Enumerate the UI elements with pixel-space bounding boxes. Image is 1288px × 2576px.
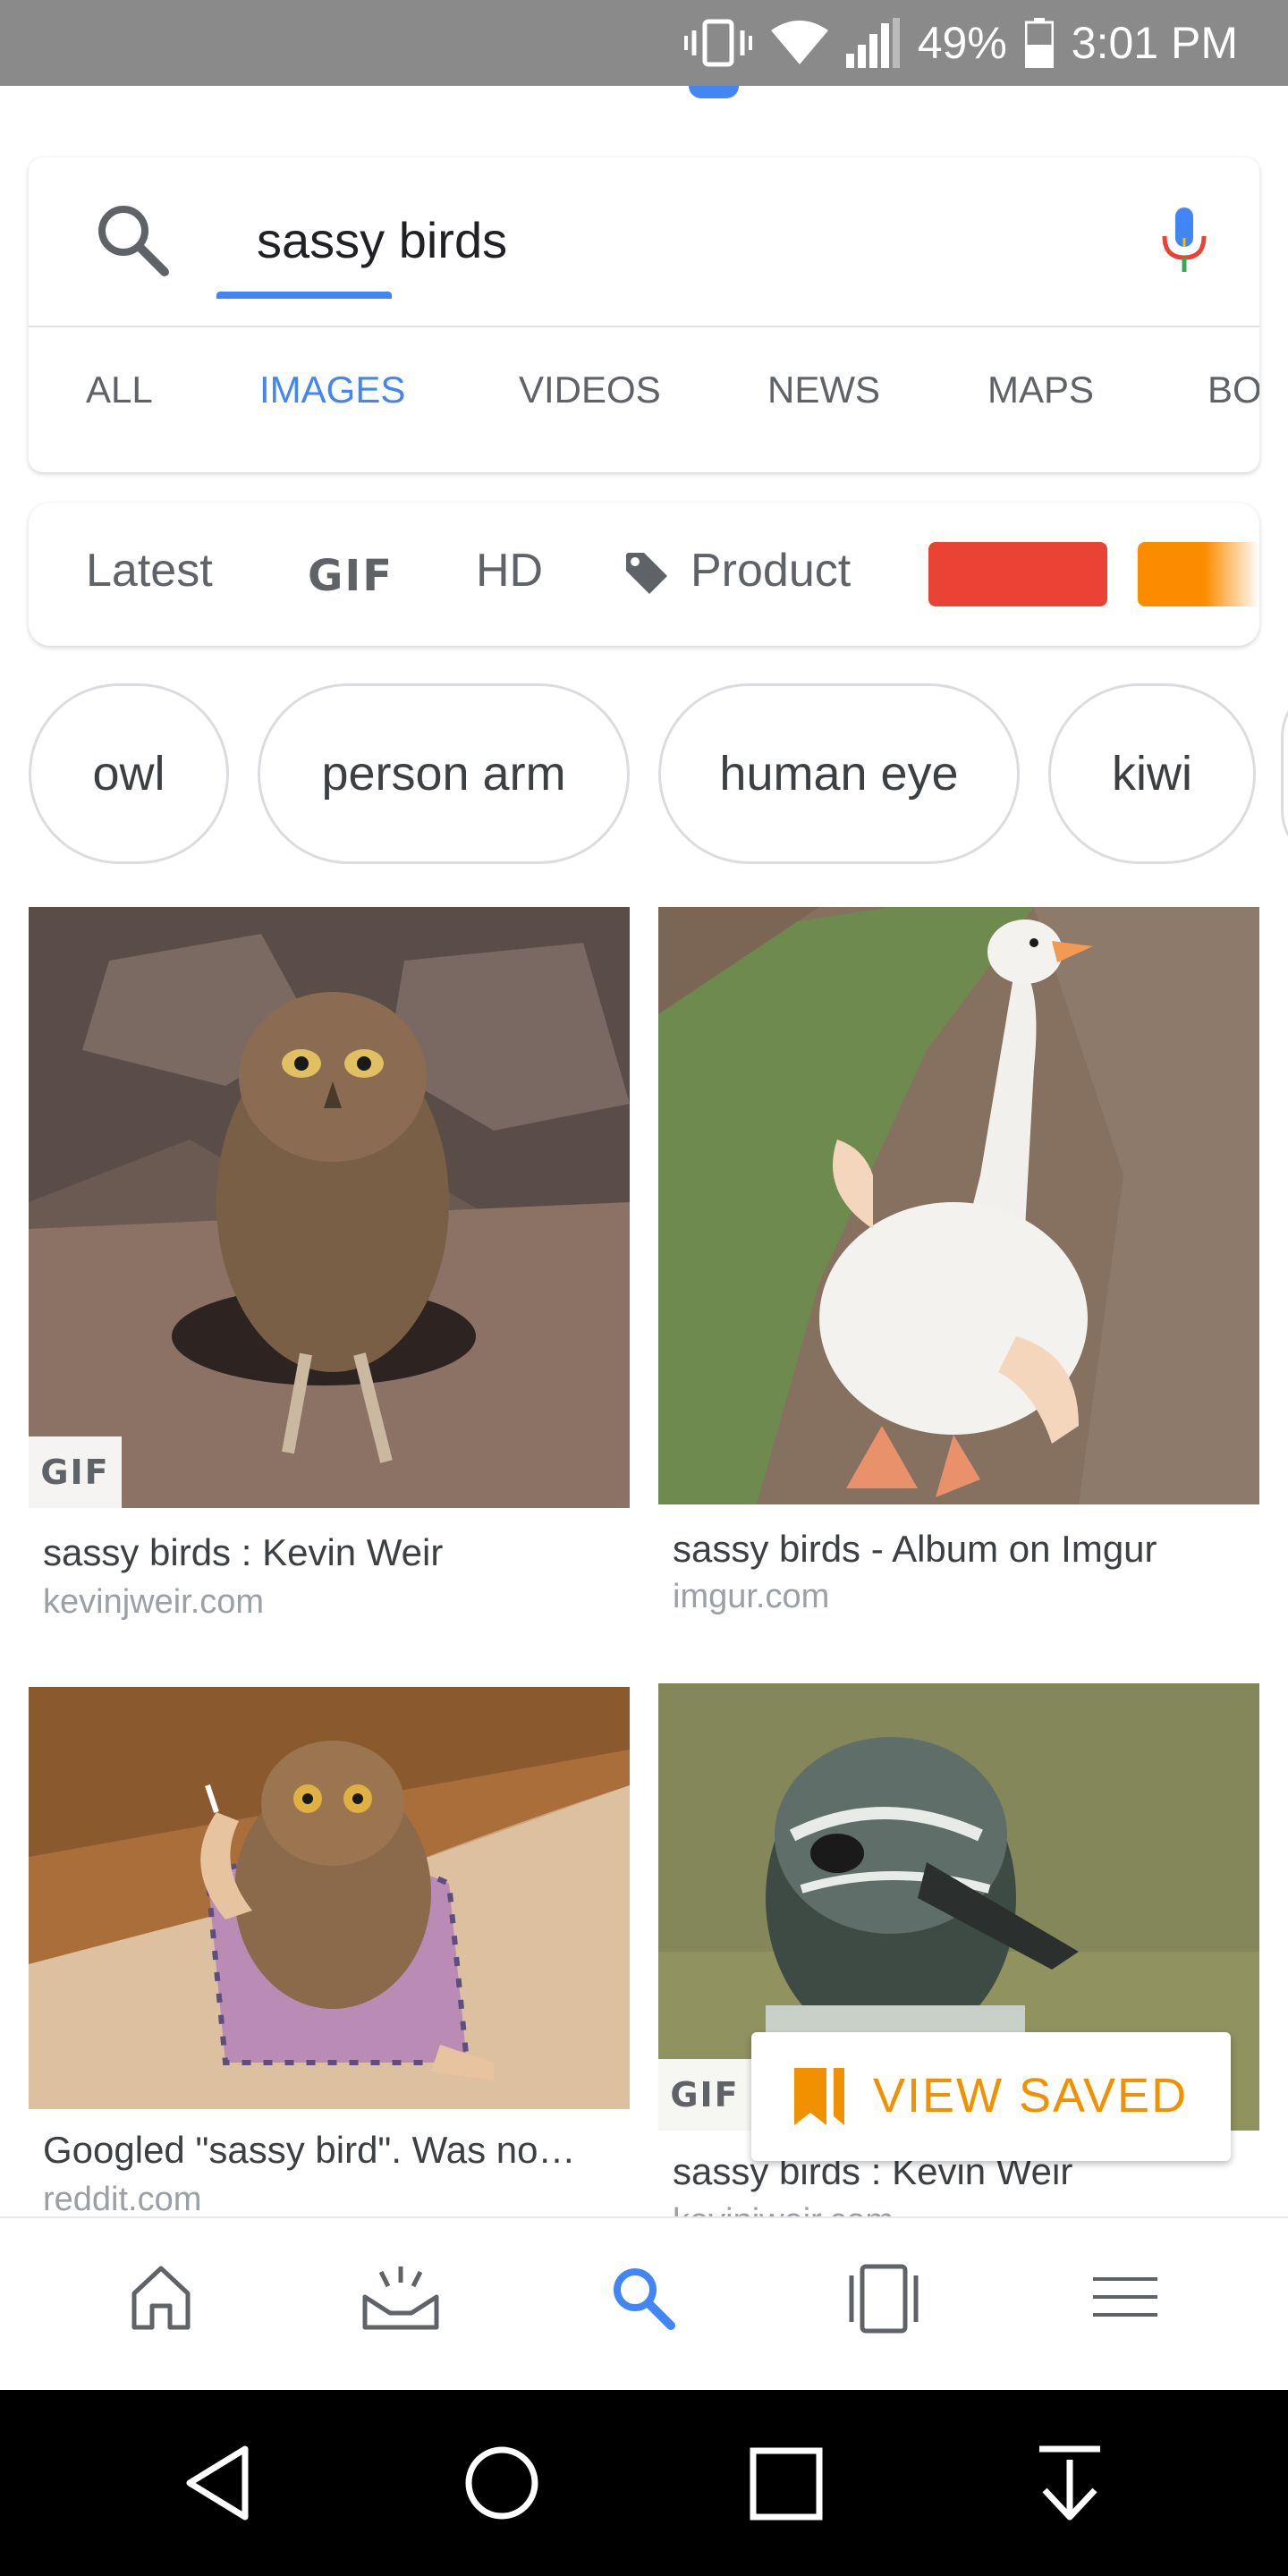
tab-images[interactable]: IMAGES: [259, 369, 405, 411]
back-icon[interactable]: [182, 2440, 254, 2530]
tab-news[interactable]: NEWS: [767, 369, 880, 411]
result-domain: reddit.com: [43, 2181, 202, 2218]
tab-maps[interactable]: MAPS: [987, 369, 1094, 411]
status-bar: 49% 3:01 PM: [0, 0, 1288, 86]
result-title[interactable]: sassy birds : Kevin Weir: [43, 1531, 615, 1574]
mic-icon[interactable]: [1157, 202, 1211, 287]
bookmark-icon: [787, 2064, 852, 2133]
tab-videos[interactable]: VIDEOS: [519, 369, 661, 411]
chip-kiwi[interactable]: kiwi: [1048, 683, 1256, 864]
filter-hd[interactable]: HD: [476, 544, 543, 597]
tab-books[interactable]: BO: [1208, 369, 1259, 411]
search-tabs: ALL IMAGES VIDEOS NEWS MAPS BO: [29, 327, 1259, 472]
chip-more[interactable]: [1281, 683, 1288, 864]
result-title[interactable]: sassy birds - Album on Imgur: [673, 1528, 1245, 1571]
recents-icon[interactable]: [748, 2440, 825, 2530]
chip-owl[interactable]: owl: [29, 683, 229, 864]
battery-level: 49%: [917, 18, 1007, 68]
result-image-owl[interactable]: GIF: [29, 907, 630, 1508]
result-domain: imgur.com: [673, 1578, 830, 1615]
menu-icon[interactable]: [1089, 2261, 1161, 2337]
search-bar[interactable]: sassy birds: [29, 157, 1259, 327]
filter-gif[interactable]: GIF: [308, 551, 394, 601]
bottom-navigation: [0, 2216, 1288, 2390]
color-filter-orange[interactable]: [1138, 542, 1259, 606]
suggestion-chips: owl person arm human eye kiwi: [0, 683, 1288, 864]
battery-icon: [1024, 18, 1054, 68]
clock: 3:01 PM: [1071, 18, 1238, 68]
search-icon[interactable]: [606, 2261, 678, 2337]
result-image-owl-arms[interactable]: [29, 1687, 630, 2109]
filter-latest[interactable]: Latest: [86, 544, 213, 597]
search-input[interactable]: sassy birds: [257, 211, 507, 269]
active-tab-indicator: [216, 292, 392, 299]
chip-person-arm[interactable]: person arm: [258, 683, 630, 864]
result-domain: kevinjweir.com: [43, 1583, 265, 1621]
view-saved-button[interactable]: VIEW SAVED: [751, 2032, 1231, 2161]
search-card: sassy birds ALL IMAGES VIDEOS NEWS MAPS …: [29, 157, 1259, 472]
home-icon[interactable]: [125, 2261, 197, 2337]
vibrate-icon: [683, 18, 753, 68]
home-icon[interactable]: [463, 2440, 540, 2530]
view-saved-label: VIEW SAVED: [873, 2069, 1189, 2123]
tag-icon: [623, 549, 671, 602]
result-title[interactable]: Googled "sassy bird". Was no…: [43, 2129, 615, 2172]
filter-product[interactable]: Product: [691, 544, 851, 597]
result-image-goose[interactable]: [658, 907, 1259, 1504]
wifi-icon: [770, 20, 828, 66]
search-icon[interactable]: [93, 200, 174, 285]
signal-icon: [845, 18, 900, 68]
system-navigation: [0, 2390, 1288, 2576]
refresh-indicator: [689, 86, 739, 98]
image-filters: Latest GIF HD Product: [29, 503, 1259, 646]
download-icon[interactable]: [1034, 2440, 1106, 2530]
chip-human-eye[interactable]: human eye: [658, 683, 1020, 864]
tab-all[interactable]: ALL: [86, 369, 153, 411]
tabs-icon[interactable]: [846, 2261, 921, 2341]
color-filter-red[interactable]: [928, 542, 1107, 606]
gif-badge: GIF: [658, 2059, 751, 2131]
updates-icon[interactable]: [358, 2261, 444, 2337]
gif-badge: GIF: [29, 1436, 122, 1508]
